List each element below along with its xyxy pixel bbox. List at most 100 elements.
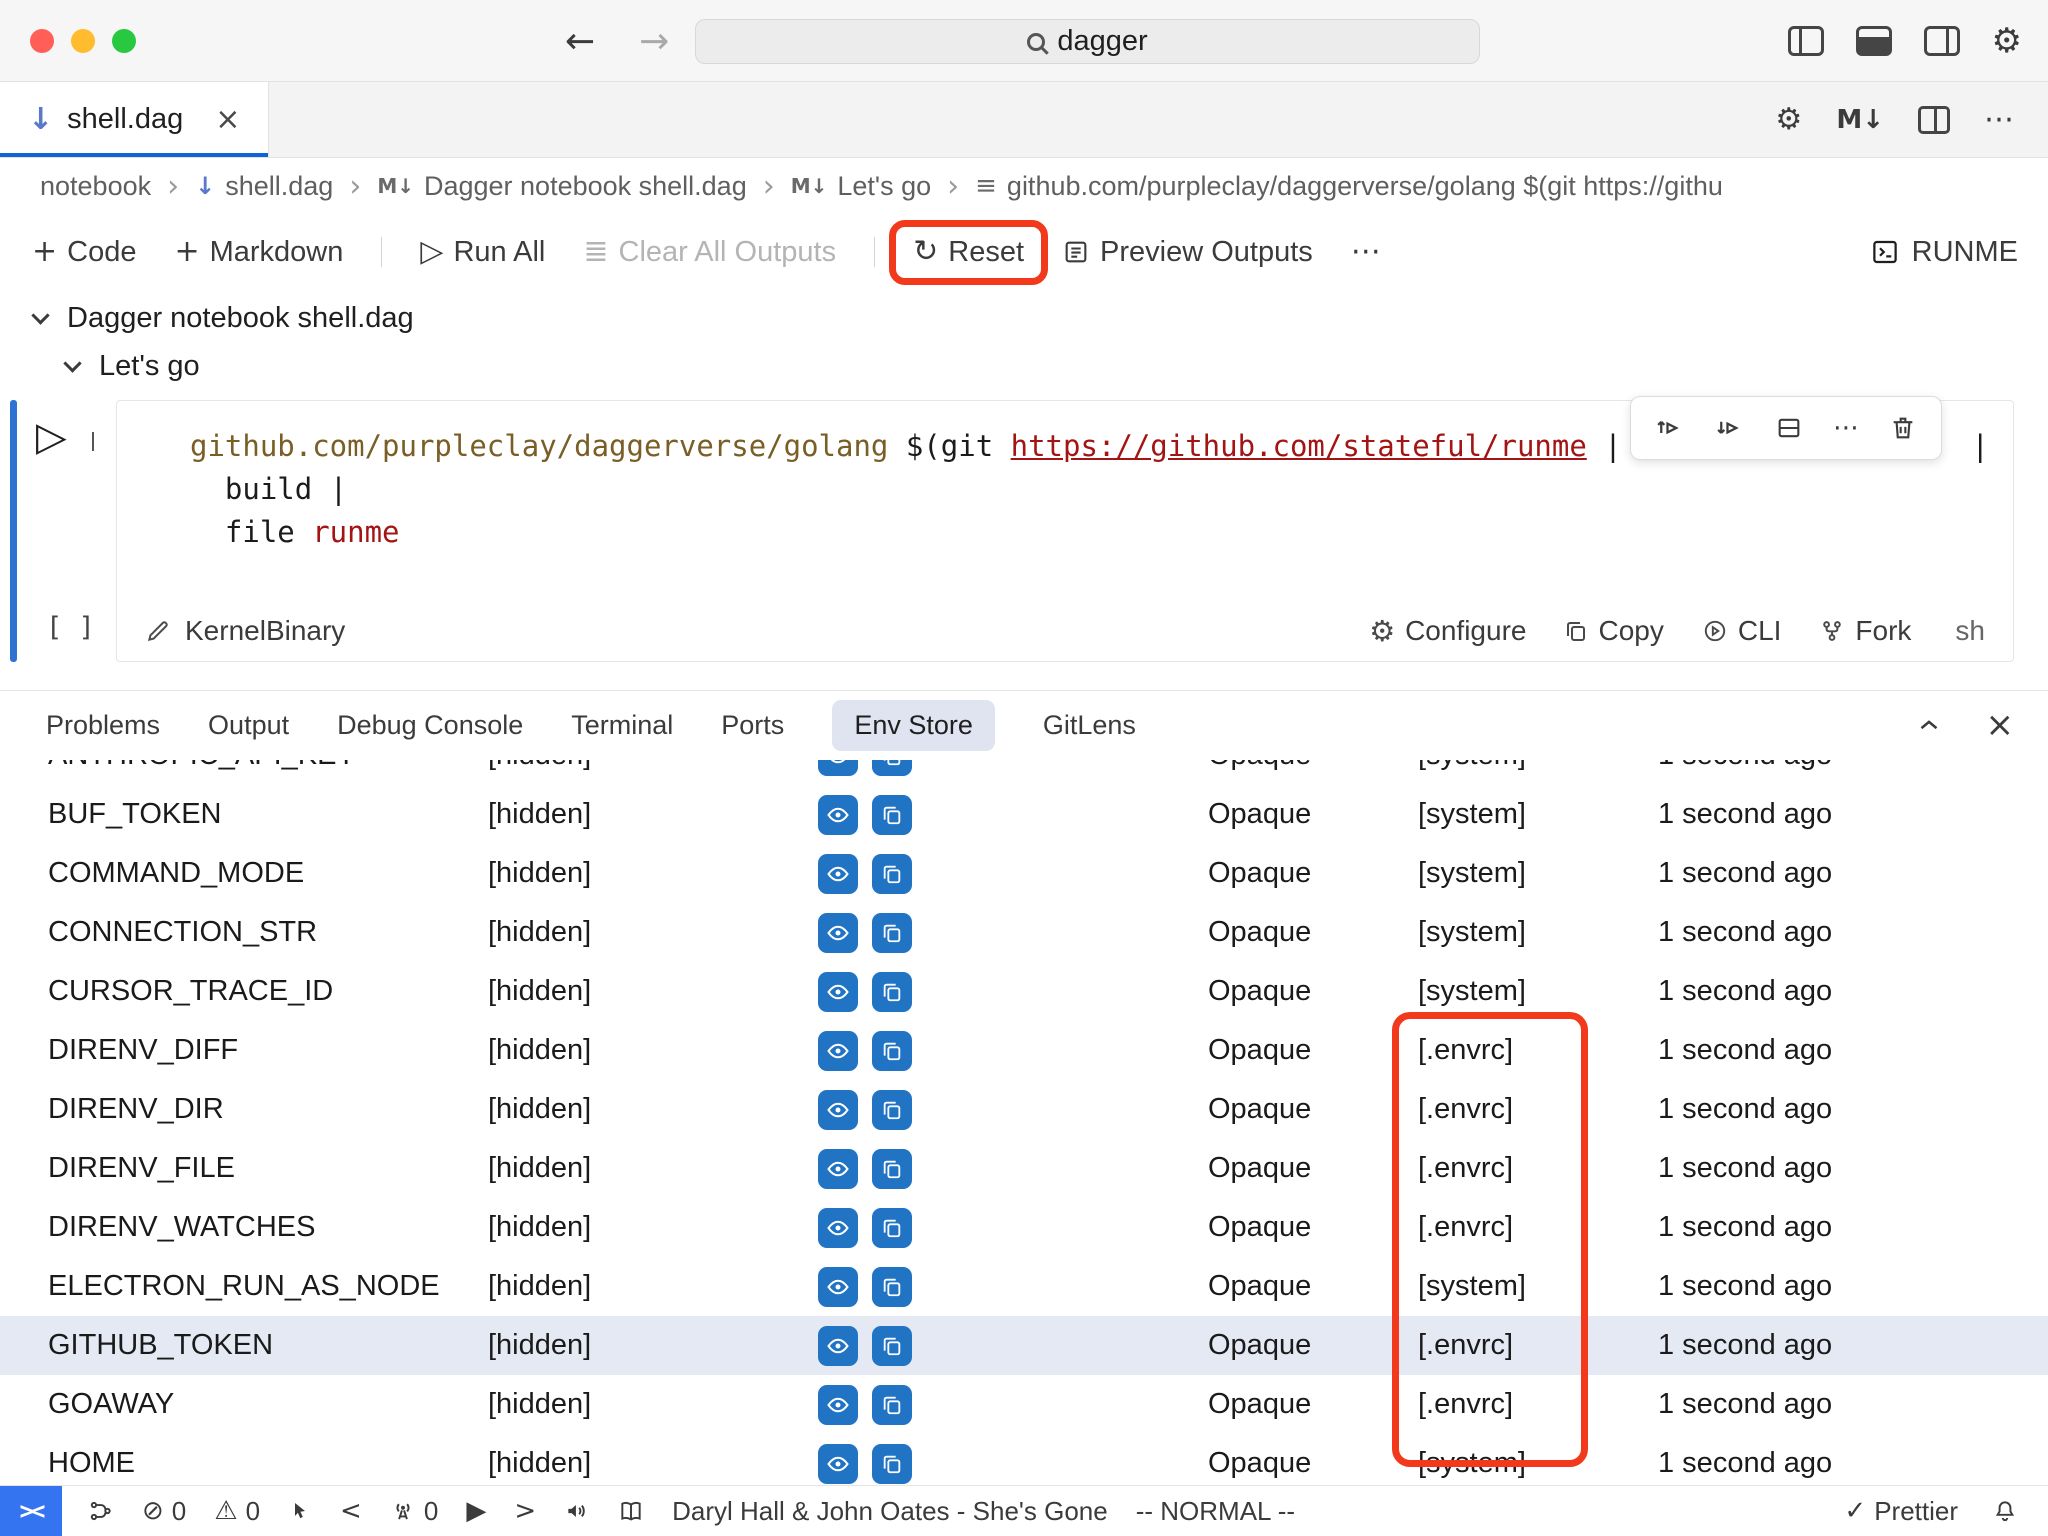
reveal-secret-button[interactable] <box>818 972 858 1012</box>
copy-value-button[interactable] <box>872 1444 912 1484</box>
delete-cell-icon[interactable] <box>1889 414 1917 442</box>
reveal-secret-button[interactable] <box>818 1208 858 1248</box>
preview-outputs-button[interactable]: Preview Outputs <box>1062 236 1313 269</box>
close-panel-icon[interactable]: × <box>1986 705 2015 745</box>
table-row[interactable]: GOAWAY [hidden] Opaque [.envrc] 1 second… <box>0 1375 2048 1434</box>
notifications-bell-icon[interactable] <box>1992 1498 2018 1524</box>
copy-button[interactable]: Copy <box>1564 615 1663 647</box>
tab-shell-dag[interactable]: ↓ shell.dag × <box>0 82 269 157</box>
now-playing-label[interactable]: Daryl Hall & John Oates - She's Gone <box>672 1496 1108 1527</box>
maximize-panel-chevron-icon[interactable] <box>1914 710 1944 740</box>
reveal-secret-button[interactable] <box>818 913 858 953</box>
copy-value-button[interactable] <box>872 1090 912 1130</box>
panel-tab-ports[interactable]: Ports <box>721 710 784 741</box>
table-row[interactable]: CONNECTION_STR [hidden] Opaque [system] … <box>0 903 2048 962</box>
copy-value-button[interactable] <box>872 795 912 835</box>
copy-value-button[interactable] <box>872 1385 912 1425</box>
breadcrumb-item[interactable]: M↓Dagger notebook shell.dag <box>377 171 746 202</box>
toolbar-more-actions-icon[interactable]: ⋯ <box>1351 237 1381 267</box>
table-row[interactable]: ANTHROPIC_API_KEY [hidden] Opaque [syste… <box>0 760 2048 785</box>
reveal-secret-button[interactable] <box>818 1444 858 1484</box>
run-options-chevron-icon[interactable] <box>92 432 94 450</box>
copy-value-button[interactable] <box>872 854 912 894</box>
reveal-secret-button[interactable] <box>818 1031 858 1071</box>
run-all-button[interactable]: ▷ Run All <box>420 236 545 269</box>
add-markdown-cell-button[interactable]: + Markdown <box>174 236 343 269</box>
vim-mode-indicator[interactable]: -- NORMAL -- <box>1136 1496 1295 1527</box>
execute-above-icon[interactable] <box>1655 413 1685 443</box>
pointer-mode-icon[interactable] <box>288 1499 312 1523</box>
execute-below-icon[interactable] <box>1715 413 1745 443</box>
section-title-row[interactable]: Let's go <box>66 344 200 388</box>
table-row[interactable]: DIRENV_FILE [hidden] Opaque [.envrc] 1 s… <box>0 1139 2048 1198</box>
table-row[interactable]: DIRENV_DIR [hidden] Opaque [.envrc] 1 se… <box>0 1080 2048 1139</box>
copy-value-button[interactable] <box>872 1149 912 1189</box>
minimize-window-button[interactable] <box>71 29 95 53</box>
env-store-table[interactable]: ANTHROPIC_API_KEY [hidden] Opaque [syste… <box>0 760 2048 1485</box>
editor-more-actions-icon[interactable]: ⋯ <box>1984 102 2014 137</box>
toggle-panel-icon[interactable] <box>1856 26 1892 56</box>
search-input[interactable]: dagger <box>695 19 1480 64</box>
table-row[interactable]: DIRENV_DIFF [hidden] Opaque [.envrc] 1 s… <box>0 1021 2048 1080</box>
configure-button[interactable]: ⚙ Configure <box>1369 614 1526 648</box>
source-control-graph-icon[interactable] <box>88 1498 114 1524</box>
ports-indicator[interactable]: 0 <box>390 1496 438 1527</box>
copy-value-button[interactable] <box>872 1208 912 1248</box>
clear-all-outputs-button[interactable]: ≣ Clear All Outputs <box>583 236 836 269</box>
collapse-chevron-icon[interactable] <box>63 354 81 372</box>
close-window-button[interactable] <box>30 29 54 53</box>
remote-indicator[interactable]: >< <box>0 1486 62 1536</box>
table-row[interactable]: BUF_TOKEN [hidden] Opaque [system] 1 sec… <box>0 785 2048 844</box>
collapse-chevron-icon[interactable] <box>31 306 49 324</box>
reveal-secret-button[interactable] <box>818 1149 858 1189</box>
table-row[interactable]: CURSOR_TRACE_ID [hidden] Opaque [system]… <box>0 962 2048 1021</box>
reading-list-book-icon[interactable] <box>618 1498 644 1524</box>
nav-forward-button[interactable]: → <box>639 21 669 62</box>
cell-more-actions-icon[interactable]: ⋯ <box>1833 413 1859 443</box>
code-line[interactable]: file runme <box>190 511 1993 554</box>
close-tab-icon[interactable]: × <box>215 102 240 137</box>
copy-value-button[interactable] <box>872 760 912 776</box>
breadcrumb-item[interactable]: notebook <box>40 171 151 202</box>
fork-button[interactable]: Fork <box>1819 615 1911 647</box>
maximize-window-button[interactable] <box>112 29 136 53</box>
nav-back-button[interactable]: ← <box>565 21 595 62</box>
reveal-secret-button[interactable] <box>818 854 858 894</box>
formatter-indicator[interactable]: ✓ Prettier <box>1844 1496 1958 1527</box>
panel-tab-env-store[interactable]: Env Store <box>832 700 995 751</box>
copy-value-button[interactable] <box>872 972 912 1012</box>
reveal-secret-button[interactable] <box>818 795 858 835</box>
split-editor-icon[interactable] <box>1918 106 1950 134</box>
toggle-secondary-sidebar-icon[interactable] <box>1924 26 1960 56</box>
copy-value-button[interactable] <box>872 1267 912 1307</box>
breadcrumb-item[interactable]: M↓Let's go <box>791 171 931 202</box>
reveal-secret-button[interactable] <box>818 1385 858 1425</box>
table-row[interactable]: GITHUB_TOKEN [hidden] Opaque [.envrc] 1 … <box>0 1316 2048 1375</box>
settings-gear-icon[interactable]: ⚙ <box>1992 24 2022 58</box>
panel-tab-problems[interactable]: Problems <box>46 710 160 741</box>
table-row[interactable]: COMMAND_MODE [hidden] Opaque [system] 1 … <box>0 844 2048 903</box>
runme-extension-button[interactable]: RUNME <box>1870 236 2048 269</box>
nav-forward-chevron[interactable]: > <box>514 1496 536 1526</box>
split-cell-icon[interactable] <box>1775 414 1803 442</box>
nav-back-chevron[interactable]: < <box>340 1496 362 1526</box>
panel-tab-terminal[interactable]: Terminal <box>571 710 673 741</box>
cli-button[interactable]: CLI <box>1702 615 1782 647</box>
panel-tab-gitlens[interactable]: GitLens <box>1043 710 1136 741</box>
breadcrumb-item[interactable]: ≡github.com/purpleclay/daggerverse/golan… <box>975 171 1723 202</box>
table-row[interactable]: ELECTRON_RUN_AS_NODE [hidden] Opaque [sy… <box>0 1257 2048 1316</box>
table-row[interactable]: DIRENV_WATCHES [hidden] Opaque [.envrc] … <box>0 1198 2048 1257</box>
reveal-secret-button[interactable] <box>818 1267 858 1307</box>
warnings-indicator[interactable]: ⚠ 0 <box>214 1496 260 1527</box>
breadcrumb-item[interactable]: ↓shell.dag <box>195 171 333 202</box>
kernel-label[interactable]: KernelBinary <box>185 615 345 647</box>
notebook-settings-gear-icon[interactable]: ⚙ <box>1775 102 1802 137</box>
code-line[interactable]: build | <box>190 468 1993 511</box>
table-row[interactable]: HOME [hidden] Opaque [system] 1 second a… <box>0 1434 2048 1485</box>
toggle-sidebar-icon[interactable] <box>1788 26 1824 56</box>
open-as-markdown-icon[interactable]: M↓ <box>1836 105 1884 135</box>
run-cell-button[interactable]: ▷ <box>36 414 67 460</box>
add-code-cell-button[interactable]: + Code <box>32 236 136 269</box>
copy-value-button[interactable] <box>872 1326 912 1366</box>
reset-button[interactable]: ↻ Reset <box>913 236 1024 269</box>
